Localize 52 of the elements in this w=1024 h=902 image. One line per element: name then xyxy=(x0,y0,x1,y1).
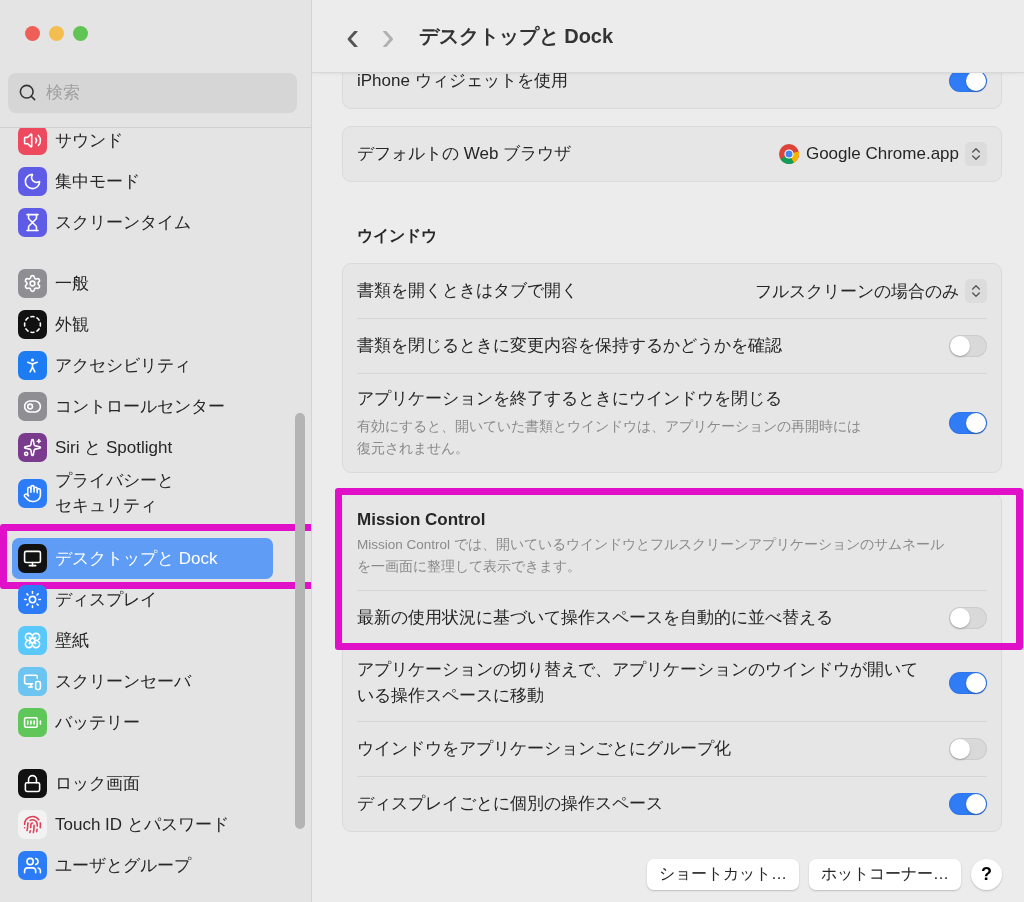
sidebar-item[interactable]: Siri と Spotlight xyxy=(12,427,273,468)
page-title: デスクトップと Dock xyxy=(418,23,614,49)
sidebar-item[interactable]: 壁紙 xyxy=(12,620,273,661)
sidebar-item[interactable]: 集中モード xyxy=(12,161,273,202)
section-title: ウインドウ xyxy=(357,226,438,246)
sidebar-item[interactable]: ディスプレイ xyxy=(12,579,273,620)
search-icon xyxy=(18,83,37,102)
toggle-switch[interactable] xyxy=(949,335,987,357)
sidebar-item[interactable]: ロック画面 xyxy=(12,763,273,804)
minimize-button[interactable] xyxy=(49,26,64,41)
setting-label: 書類を開くときはタブで開く xyxy=(357,280,578,302)
sidebar-item[interactable]: ユーザとグループ xyxy=(12,845,273,886)
sidebar-item[interactable]: 外観 xyxy=(12,304,273,345)
card-title: Mission Control xyxy=(357,510,487,530)
sidebar-item[interactable]: バッテリー xyxy=(12,702,273,743)
sidebar-item[interactable]: サウンド xyxy=(12,128,273,161)
sidebar-item[interactable]: スクリーンタイム xyxy=(12,202,273,243)
setting-label: 最新の使用状況に基づいて操作スペースを自動的に並べ替える xyxy=(357,607,833,629)
setting-label: iPhone ウィジェットを使用 xyxy=(357,73,568,92)
help-button[interactable]: ? xyxy=(971,859,1002,890)
setting-label: アプリケーションの切り替えで、アプリケーションのウインドウが開いている操作スペースに移動 xyxy=(357,659,919,707)
sidebar-item[interactable]: アクセシビリティ xyxy=(12,345,273,386)
sidebar-item[interactable]: プライバシーと セキュリティ xyxy=(12,468,273,518)
toggle-switch[interactable] xyxy=(949,607,987,629)
sidebar-item[interactable]: 一般 xyxy=(12,263,273,304)
footer-button[interactable]: ショートカット… xyxy=(647,859,799,890)
setting-note: 有効にすると、開いていた書類とウインドウは、アプリケーションの再開時には復元されません。 xyxy=(357,418,862,458)
toggle-switch[interactable] xyxy=(949,793,987,815)
stepper-icon xyxy=(965,142,987,166)
sidebar-item[interactable]: コントロールセンター xyxy=(12,386,273,427)
toggle-switch[interactable] xyxy=(949,412,987,434)
scrollbar[interactable] xyxy=(295,413,305,829)
sidebar-item[interactable]: スクリーンセーバ xyxy=(12,661,273,702)
setting-label: 書類を閉じるときに変更内容を保持するかどうかを確認 xyxy=(357,335,782,357)
popup-menu[interactable]: Google Chrome.app xyxy=(777,142,987,166)
toggle-switch[interactable] xyxy=(949,672,987,694)
popup-menu[interactable]: フルスクリーンの場合のみ xyxy=(755,279,987,303)
popup-value: フルスクリーンの場合のみ xyxy=(755,280,959,303)
zoom-button[interactable] xyxy=(73,26,88,41)
stepper-icon xyxy=(965,279,987,303)
close-button[interactable] xyxy=(25,26,40,41)
setting-label: ディスプレイごとに個別の操作スペース xyxy=(357,793,663,815)
setting-label: デフォルトの Web ブラウザ xyxy=(357,143,572,165)
setting-label: ウインドウをアプリケーションごとにグループ化 xyxy=(357,738,731,760)
toggle-switch[interactable] xyxy=(949,73,987,92)
popup-value: Google Chrome.app xyxy=(805,144,959,164)
footer-button[interactable]: ホットコーナー… xyxy=(809,859,961,890)
sidebar-item[interactable]: Touch ID とパスワード xyxy=(12,804,273,845)
card-description: Mission Control では、開いているウインドウとフルスクリーンアプリケーションのサムネールを一画面に整理して表示できます。 xyxy=(357,536,945,576)
setting-label: アプリケーションを終了するときにウインドウを閉じる xyxy=(357,388,783,410)
toggle-switch[interactable] xyxy=(949,738,987,760)
back-button[interactable]: ‹ xyxy=(342,21,364,51)
